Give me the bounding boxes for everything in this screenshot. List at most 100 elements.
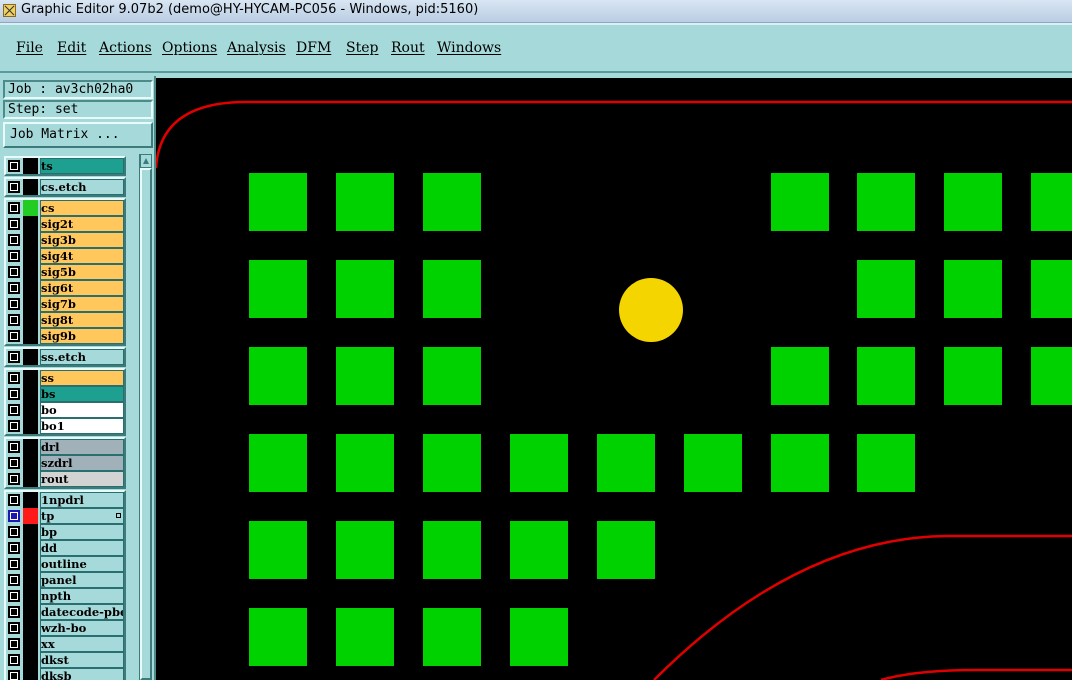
square-pad[interactable]	[771, 434, 829, 492]
square-pad[interactable]	[423, 347, 481, 405]
layer-name[interactable]: dksb	[40, 668, 124, 680]
layer-checkbox[interactable]	[8, 638, 20, 650]
layer-row-bp[interactable]: bp	[6, 524, 124, 540]
menu-step[interactable]: Step	[346, 40, 378, 56]
square-pad[interactable]	[249, 434, 307, 492]
layer-row-sig2t[interactable]: sig2t	[6, 216, 124, 232]
layer-color-swatch[interactable]	[23, 524, 38, 540]
square-pad[interactable]	[857, 260, 915, 318]
layer-checkbox[interactable]	[8, 574, 20, 586]
layer-checkbox[interactable]	[8, 298, 20, 310]
menu-actions[interactable]: Actions	[99, 40, 152, 56]
layer-color-swatch[interactable]	[23, 588, 38, 604]
layer-name[interactable]: sig3b	[40, 232, 124, 248]
menu-edit[interactable]: Edit	[57, 40, 86, 56]
square-pad[interactable]	[944, 173, 1002, 231]
layer-name[interactable]: bp	[40, 524, 124, 540]
layer-color-swatch[interactable]	[23, 370, 38, 386]
square-pad[interactable]	[336, 260, 394, 318]
menu-rout[interactable]: Rout	[391, 40, 425, 56]
layer-row-npth[interactable]: npth	[6, 588, 124, 604]
square-pad[interactable]	[423, 608, 481, 666]
square-pad[interactable]	[336, 347, 394, 405]
square-pad[interactable]	[1031, 347, 1072, 405]
layer-name[interactable]: 1npdrl	[40, 492, 124, 508]
layer-color-swatch[interactable]	[23, 604, 38, 620]
square-pad[interactable]	[944, 347, 1002, 405]
menu-options[interactable]: Options	[162, 40, 217, 56]
layer-color-swatch[interactable]	[23, 636, 38, 652]
layer-checkbox[interactable]	[8, 622, 20, 634]
square-pad[interactable]	[1031, 173, 1072, 231]
layer-color-swatch[interactable]	[23, 471, 38, 487]
square-pad[interactable]	[249, 260, 307, 318]
layer-row-dd[interactable]: dd	[6, 540, 124, 556]
layer-name[interactable]: ss	[40, 370, 124, 386]
layer-row-bo1[interactable]: bo1	[6, 418, 124, 434]
layer-row-sig8t[interactable]: sig8t	[6, 312, 124, 328]
square-pad[interactable]	[423, 260, 481, 318]
layer-checkbox[interactable]	[8, 250, 20, 262]
layer-checkbox[interactable]	[8, 181, 20, 193]
layer-color-swatch[interactable]	[23, 386, 38, 402]
layer-name[interactable]: tp	[40, 508, 124, 524]
menu-file[interactable]: File	[16, 40, 43, 56]
layer-row-sig7b[interactable]: sig7b	[6, 296, 124, 312]
layer-color-swatch[interactable]	[23, 280, 38, 296]
layer-row-sig3b[interactable]: sig3b	[6, 232, 124, 248]
layer-checkbox[interactable]	[8, 558, 20, 570]
square-pad[interactable]	[510, 434, 568, 492]
layer-name[interactable]: dd	[40, 540, 124, 556]
layer-name[interactable]: sig9b	[40, 328, 124, 344]
layer-row-cs[interactable]: cs	[6, 200, 124, 216]
layer-color-swatch[interactable]	[23, 540, 38, 556]
menu-analysis[interactable]: Analysis	[227, 40, 286, 56]
layer-checkbox[interactable]	[8, 314, 20, 326]
layer-scrollbar[interactable]	[139, 154, 152, 680]
layer-color-swatch[interactable]	[23, 296, 38, 312]
layer-color-swatch[interactable]	[23, 455, 38, 471]
circle-pad[interactable]	[619, 278, 683, 342]
layer-row-wzh-bo[interactable]: wzh-bo	[6, 620, 124, 636]
layer-color-swatch[interactable]	[23, 652, 38, 668]
square-pad[interactable]	[684, 434, 742, 492]
square-pad[interactable]	[857, 434, 915, 492]
layer-checkbox[interactable]	[8, 160, 20, 172]
layer-name[interactable]: szdrl	[40, 455, 124, 471]
square-pad[interactable]	[249, 173, 307, 231]
layer-name[interactable]: rout	[40, 471, 124, 487]
square-pad[interactable]	[423, 173, 481, 231]
scroll-thumb[interactable]	[140, 168, 152, 680]
square-pad[interactable]	[336, 521, 394, 579]
square-pad[interactable]	[597, 521, 655, 579]
layer-name[interactable]: wzh-bo	[40, 620, 124, 636]
layer-color-swatch[interactable]	[23, 349, 38, 365]
layer-name[interactable]: dkst	[40, 652, 124, 668]
layer-name[interactable]: drl	[40, 439, 124, 455]
layer-checkbox[interactable]	[8, 590, 20, 602]
layer-checkbox[interactable]	[8, 351, 20, 363]
layer-row-dkst[interactable]: dkst	[6, 652, 124, 668]
menu-windows[interactable]: Windows	[437, 40, 501, 56]
layer-name[interactable]: sig2t	[40, 216, 124, 232]
layer-name[interactable]: sig6t	[40, 280, 124, 296]
layer-row-szdrl[interactable]: szdrl	[6, 455, 124, 471]
layer-color-swatch[interactable]	[23, 620, 38, 636]
layer-row-drl[interactable]: drl	[6, 439, 124, 455]
layer-color-swatch[interactable]	[23, 492, 38, 508]
layer-row-outline[interactable]: outline	[6, 556, 124, 572]
layer-row-sig9b[interactable]: sig9b	[6, 328, 124, 344]
layer-name[interactable]: npth	[40, 588, 124, 604]
square-pad[interactable]	[597, 434, 655, 492]
square-pad[interactable]	[771, 173, 829, 231]
layer-row-cs.etch[interactable]: cs.etch	[6, 179, 124, 195]
layer-row-sig6t[interactable]: sig6t	[6, 280, 124, 296]
scroll-up-arrow-icon[interactable]	[140, 154, 152, 168]
layer-checkbox[interactable]	[8, 441, 20, 453]
graphic-canvas[interactable]	[156, 78, 1072, 680]
square-pad[interactable]	[857, 347, 915, 405]
layer-checkbox[interactable]	[8, 282, 20, 294]
layer-checkbox[interactable]	[8, 473, 20, 485]
layer-checkbox[interactable]	[8, 234, 20, 246]
layer-row-ss[interactable]: ss	[6, 370, 124, 386]
